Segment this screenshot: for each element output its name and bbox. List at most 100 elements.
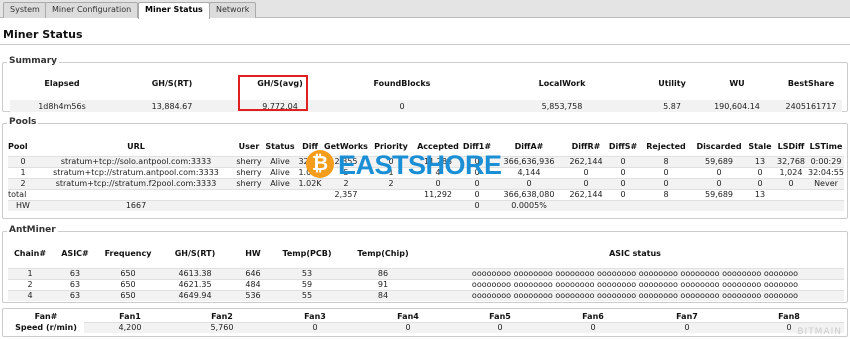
pools-header: Stale [748, 142, 772, 152]
chain-cell: 4649.94 [158, 289, 232, 301]
pool-cell: 366,636,936 [492, 155, 566, 167]
pool-cell: 0 [774, 177, 808, 189]
watermark-text: EASTSHORE [338, 150, 502, 180]
pool-cell [640, 199, 692, 211]
summary-values-row: 1d8h4m56s 13,884.67 9,772.04 0 5,853,758… [10, 100, 842, 112]
summary-header: WU [729, 78, 745, 88]
chain-cell: 650 [98, 267, 158, 279]
pool-cell: 0 [566, 166, 606, 178]
pool-cell [296, 199, 324, 211]
summary-header: LocalWork [538, 78, 586, 88]
chain-cell: 59 [274, 278, 340, 290]
pool-cell: 8 [640, 155, 692, 167]
pool-cell: Alive [264, 155, 296, 167]
antminer-header-row: Chain# ASIC# Frequency GH/S(RT) HW Temp(… [8, 244, 844, 262]
antminer-header: Frequency [104, 248, 152, 258]
summary-header-row: Elapsed GH/S(RT) GH/S(avg) FoundBlocks L… [10, 76, 842, 90]
pools-header: Rejected [646, 142, 686, 152]
pool-cell: 0 [640, 177, 692, 189]
pool-cell: 4,144 [492, 166, 566, 178]
pool-hw-row: HW 1667 0 0.0005% [8, 199, 844, 211]
summary-value: 0 [330, 100, 474, 112]
pool-url: stratum+tcp://solo.antpool.com:3333 [38, 155, 234, 167]
chain-row: 2 63 650 4621.35 484 59 91 oooooooo oooo… [8, 278, 844, 290]
chain-cell: 63 [52, 278, 98, 290]
pool-cell [368, 188, 414, 200]
tab-network[interactable]: Network [209, 2, 257, 18]
pool-cell: 8 [640, 188, 692, 200]
pool-cell: 0 [692, 177, 746, 189]
pool-cell: 0:00:29 [808, 155, 844, 167]
chain-cell: 646 [232, 267, 274, 279]
pools-header: LSTime [809, 142, 843, 152]
pool-url: stratum+tcp://stratum.antpool.com:3333 [38, 166, 234, 178]
chain-cell: 63 [52, 289, 98, 301]
pool-cell [264, 188, 296, 200]
pools-header: LSDiff [777, 142, 805, 152]
fan-speed: 0 [268, 321, 362, 333]
pool-cell: HW [8, 199, 38, 211]
pool-cell [606, 199, 640, 211]
pool-cell [808, 199, 844, 211]
chain-cell: 4621.35 [158, 278, 232, 290]
pool-cell: 0 [606, 155, 640, 167]
fan-header: Fan7 [676, 311, 698, 321]
pool-cell [234, 199, 264, 211]
pool-cell: 0 [606, 188, 640, 200]
chain-cell: 536 [232, 289, 274, 301]
pool-cell: 0 [8, 155, 38, 167]
pool-cell: 262,144 [566, 188, 606, 200]
pool-url: stratum+tcp://stratum.f2pool.com:3333 [38, 177, 234, 189]
summary-value: 190,604.14 [694, 100, 780, 112]
chain-cell: 2 [8, 278, 52, 290]
pools-header: User [238, 142, 260, 152]
pool-cell [692, 199, 746, 211]
pool-cell: 1667 [38, 199, 234, 211]
summary-value: 13,884.67 [114, 100, 230, 112]
fans-header-row: Fan# Fan1 Fan2 Fan3 Fan4 Fan5 Fan6 Fan7 … [8, 311, 844, 322]
pool-cell: 0 [640, 166, 692, 178]
chain-cell: 650 [98, 278, 158, 290]
summary-header: Utility [658, 78, 686, 88]
pools-header: Pool [8, 142, 28, 152]
antminer-header: GH/S(RT) [174, 248, 216, 258]
pool-total-row: total 2,357 11,292 0 366,638,080 262,144… [8, 188, 844, 200]
chain-cell: 484 [232, 278, 274, 290]
chain-cell: 55 [274, 289, 340, 301]
fan-speed: 5,760 [176, 321, 268, 333]
chain-cell: 4 [8, 289, 52, 301]
fan-header: Fan# [34, 312, 58, 321]
fan-speed: 0 [546, 321, 640, 333]
pool-cell: 13 [746, 155, 774, 167]
chain-row: 1 63 650 4613.38 646 53 86 oooooooo oooo… [8, 267, 844, 279]
fan-speed-row: Speed (r/min) 4,200 5,760 0 0 0 0 0 0 [8, 321, 844, 333]
chain-cell: 53 [274, 267, 340, 279]
tab-system[interactable]: System [3, 2, 47, 18]
asic-status: oooooooo oooooooo oooooooo oooooooo oooo… [426, 278, 844, 290]
fan-speed-label: Speed (r/min) [15, 323, 77, 332]
fan-header: Fan2 [211, 311, 233, 321]
fan-speed: 4,200 [84, 321, 176, 333]
pool-cell [296, 188, 324, 200]
fan-header: Fan8 [778, 311, 800, 321]
pool-cell [234, 188, 264, 200]
summary-value: 2405161717 [780, 100, 842, 112]
antminer-table: Chain# ASIC# Frequency GH/S(RT) HW Temp(… [8, 244, 844, 301]
fan-header: Fan6 [582, 311, 604, 321]
fan-header: Fan1 [119, 311, 141, 321]
summary-value: 5,853,758 [474, 100, 650, 112]
pool-cell [368, 199, 414, 211]
pool-cell: 11,292 [414, 188, 462, 200]
fan-header: Fan3 [304, 311, 326, 321]
chain-cell: 91 [340, 278, 426, 290]
pools-header: Status [265, 142, 295, 152]
tab-miner-configuration[interactable]: Miner Configuration [45, 2, 139, 18]
pool-cell [808, 188, 844, 200]
summary-header: Elapsed [44, 78, 80, 88]
pool-cell: 2 [8, 177, 38, 189]
tab-miner-status[interactable]: Miner Status [138, 2, 210, 19]
asic-status: oooooooo oooooooo oooooooo oooooooo oooo… [426, 267, 844, 279]
antminer-header: HW [245, 248, 261, 258]
pool-cell: Alive [264, 177, 296, 189]
pool-cell: sherry [234, 166, 264, 178]
